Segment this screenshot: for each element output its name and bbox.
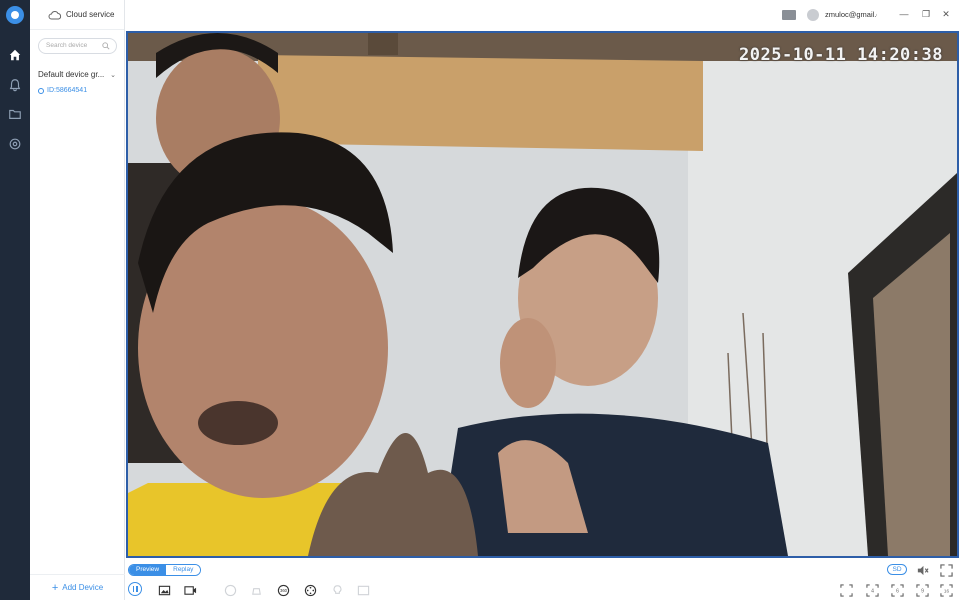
search-device-input[interactable]: Search device bbox=[38, 38, 117, 54]
device-group-label: Default device gr... bbox=[38, 70, 105, 79]
file-folder-icon[interactable] bbox=[782, 10, 796, 20]
light-icon bbox=[330, 583, 344, 597]
zoom-image-icon bbox=[356, 583, 370, 597]
pause-button[interactable] bbox=[128, 582, 142, 596]
split-1-icon[interactable] bbox=[839, 583, 853, 597]
video-timestamp: 2025-10-11 14:20:38 bbox=[739, 45, 943, 65]
device-status-icon bbox=[38, 87, 44, 94]
plus-icon: + bbox=[51, 581, 59, 594]
user-email[interactable]: zmuloc@gmail.c bbox=[825, 10, 877, 19]
add-device-button[interactable]: + Add Device bbox=[30, 574, 125, 600]
split-16-icon[interactable]: 16 bbox=[939, 583, 953, 597]
split-9-icon[interactable]: 9 bbox=[915, 583, 929, 597]
record-icon[interactable] bbox=[183, 583, 197, 597]
split-4-icon[interactable]: 4 bbox=[865, 583, 879, 597]
folder-icon[interactable] bbox=[7, 106, 23, 122]
cloud-icon bbox=[48, 10, 62, 19]
settings-icon[interactable] bbox=[7, 136, 23, 152]
tab-replay[interactable]: Replay bbox=[166, 565, 201, 575]
snapshot-icon[interactable] bbox=[157, 583, 171, 597]
bell-icon[interactable] bbox=[7, 77, 23, 93]
ptz-control-icon[interactable] bbox=[303, 583, 317, 597]
split-6-label: 6 bbox=[896, 588, 899, 594]
restore-icon[interactable]: ❐ bbox=[920, 8, 932, 20]
device-group[interactable]: Default device gr... ⌄ bbox=[38, 70, 118, 79]
search-icon bbox=[102, 42, 110, 50]
search-placeholder: Search device bbox=[46, 42, 88, 49]
playback-toolbar: Preview Replay SD 360 4 6 9 16 bbox=[125, 560, 960, 600]
device-id-label: ID:58664541 bbox=[47, 87, 88, 94]
tab-preview[interactable]: Preview bbox=[129, 565, 167, 575]
title-bar: zmuloc@gmail.c — ❐ ✕ bbox=[125, 0, 960, 30]
chevron-down-icon: ⌄ bbox=[110, 72, 116, 79]
fullscreen-icon[interactable] bbox=[939, 563, 953, 577]
talk-icon bbox=[223, 583, 237, 597]
live-video-view[interactable]: 2025-10-11 14:20:38 bbox=[126, 31, 959, 558]
alarm-light-icon bbox=[249, 583, 263, 597]
split-4-label: 4 bbox=[871, 588, 874, 594]
device-item[interactable]: ID:58664541 bbox=[38, 87, 87, 94]
camera-frame-image bbox=[128, 33, 957, 556]
nav-rail bbox=[0, 0, 30, 600]
device-panel: Cloud service Search device Default devi… bbox=[30, 0, 125, 600]
panorama-icon[interactable]: 360 bbox=[276, 583, 290, 597]
split-9-label: 9 bbox=[921, 588, 924, 594]
avatar[interactable] bbox=[807, 9, 819, 21]
svg-text:360: 360 bbox=[280, 588, 288, 593]
view-mode-toggle: Preview Replay bbox=[128, 564, 202, 576]
home-icon[interactable] bbox=[7, 47, 23, 63]
mute-icon[interactable] bbox=[915, 563, 929, 577]
close-icon[interactable]: ✕ bbox=[940, 8, 952, 20]
cloud-service-link[interactable]: Cloud service bbox=[30, 0, 124, 30]
cloud-service-label: Cloud service bbox=[66, 10, 115, 19]
minimize-icon[interactable]: — bbox=[898, 8, 910, 20]
app-logo-icon bbox=[6, 6, 24, 24]
quality-sd-button[interactable]: SD bbox=[887, 564, 907, 575]
split-6-icon[interactable]: 6 bbox=[890, 583, 904, 597]
add-device-label: Add Device bbox=[62, 583, 104, 592]
split-16-label: 16 bbox=[943, 588, 949, 593]
